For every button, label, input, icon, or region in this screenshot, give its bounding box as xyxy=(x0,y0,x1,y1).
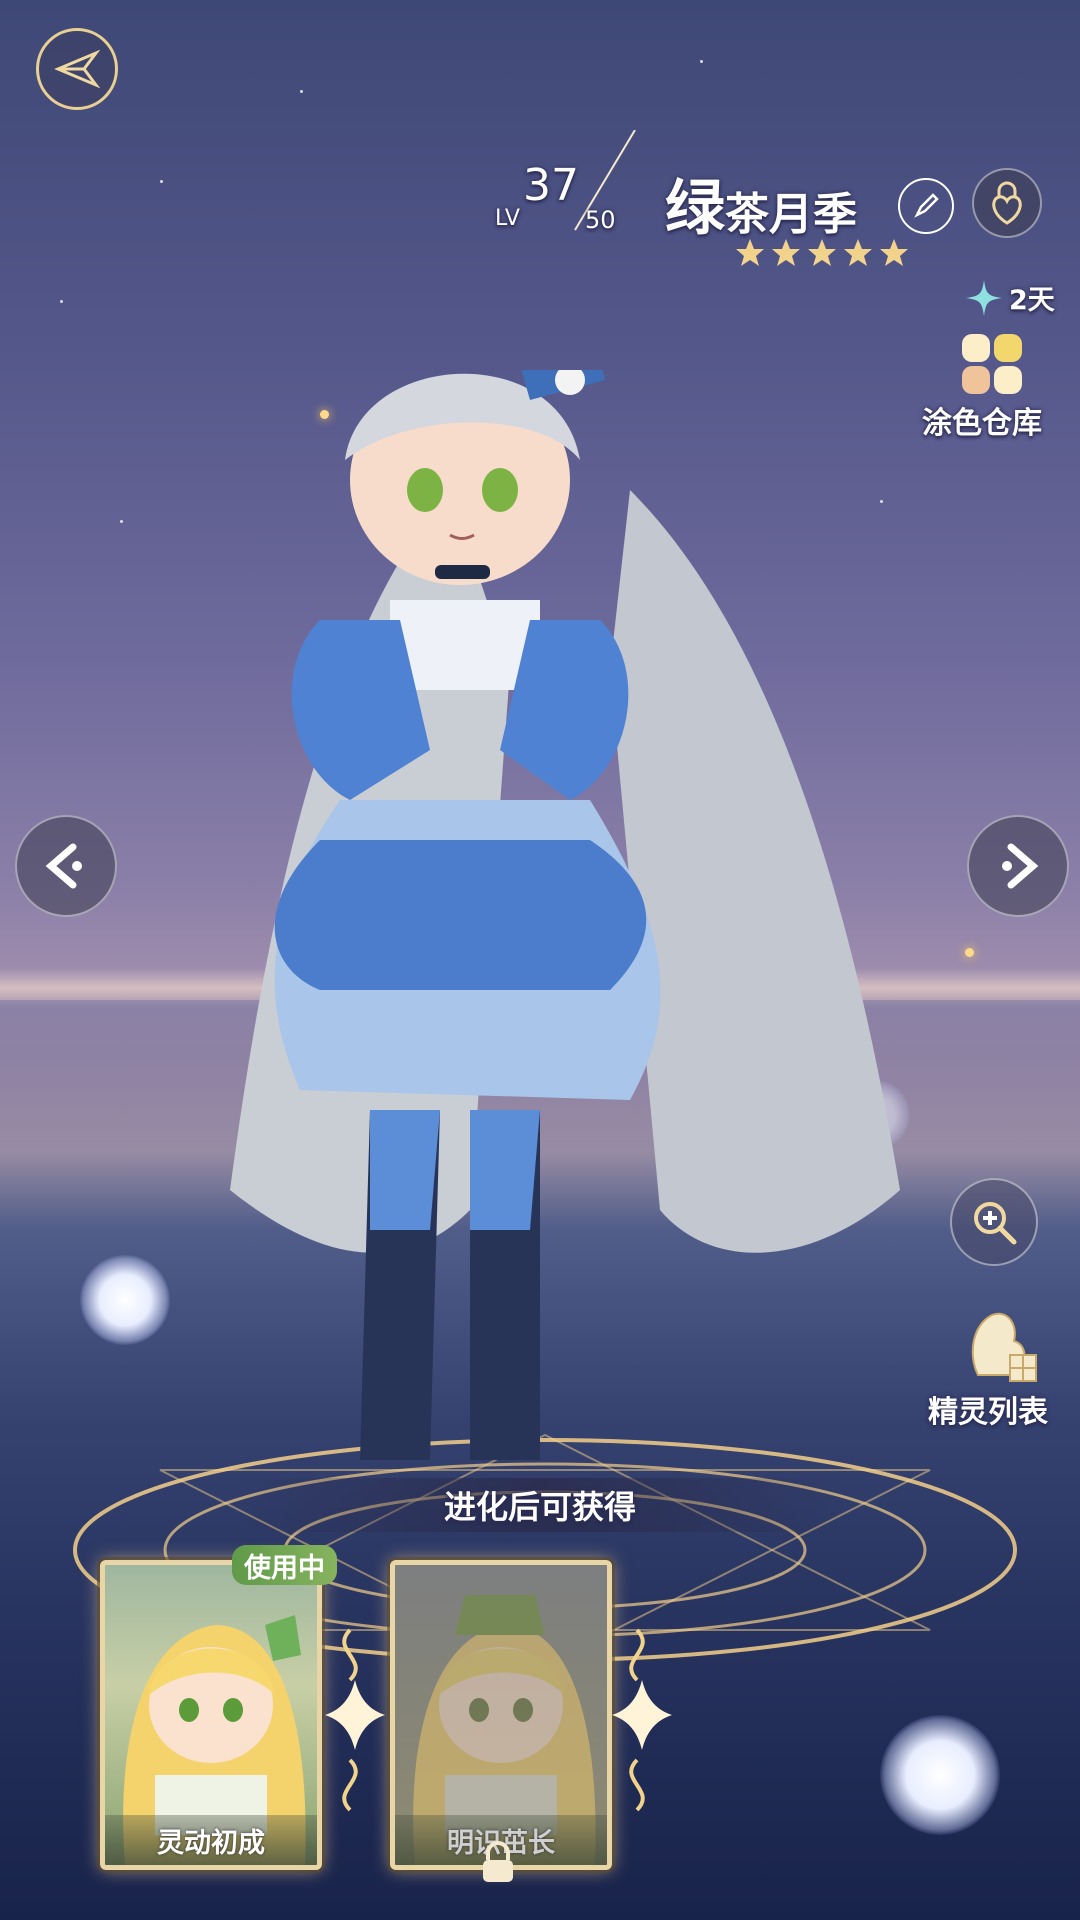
evolution-banner: 进化后可获得 xyxy=(240,1478,840,1532)
next-button[interactable] xyxy=(967,815,1069,917)
level-max: 50 xyxy=(585,206,616,234)
coloring-warehouse-label: 涂色仓库 xyxy=(922,406,1042,441)
star-icon xyxy=(844,239,872,266)
star xyxy=(60,300,63,303)
zoom-in-icon xyxy=(974,1202,1017,1245)
pencil-icon xyxy=(914,193,939,218)
light-orb xyxy=(80,1255,170,1345)
form-card-name: 灵动初成 xyxy=(105,1815,317,1865)
pet-name: 绿茶月季 xyxy=(665,160,857,247)
in-use-label: 使用中 xyxy=(244,1552,325,1584)
form-card-locked[interactable]: 明识茁长 xyxy=(390,1560,612,1870)
color-grid-icon xyxy=(962,334,1022,394)
evolution-banner-text: 进化后可获得 xyxy=(443,1488,636,1526)
form-card-current[interactable]: 灵动初成 xyxy=(100,1560,322,1870)
lock-button[interactable] xyxy=(972,168,1042,238)
chevron-left-icon xyxy=(45,843,82,889)
heart-lock-icon xyxy=(992,181,1022,225)
star-icon xyxy=(736,239,764,266)
sprite-list-label: 精灵列表 xyxy=(928,1395,1048,1430)
pet-name-first: 绿 xyxy=(665,174,725,244)
character-model[interactable] xyxy=(210,370,910,1490)
star xyxy=(120,520,123,523)
duration-label: 2天 xyxy=(1009,285,1055,316)
in-use-badge: 使用中 xyxy=(232,1545,337,1585)
zoom-button[interactable] xyxy=(950,1178,1038,1266)
duration-badge: 2天 xyxy=(965,278,1055,317)
back-button[interactable] xyxy=(36,28,118,110)
prev-button[interactable] xyxy=(15,815,117,917)
rename-button[interactable] xyxy=(898,178,954,234)
pet-name-rest: 茶月季 xyxy=(725,189,857,240)
lock-icon xyxy=(483,1841,513,1882)
feather-back-icon xyxy=(54,49,100,89)
light-orb xyxy=(880,1715,1000,1835)
level-prefix: LV xyxy=(495,206,520,231)
game-scene: LV 37 50 绿茶月季 2天 涂色仓库 精灵列表 进化后可获得 灵动初成 使… xyxy=(0,0,1080,1920)
coloring-warehouse-button[interactable]: 涂色仓库 xyxy=(920,332,1060,442)
star-icon xyxy=(808,239,836,266)
star-rating xyxy=(735,238,909,268)
star xyxy=(300,90,303,93)
star-icon xyxy=(880,239,908,266)
star xyxy=(700,60,703,63)
chevron-right-icon xyxy=(1002,843,1039,889)
card-connector-ornament xyxy=(325,1628,385,1812)
sprite-list-icon xyxy=(971,1312,1037,1382)
star-icon xyxy=(772,239,800,266)
card-connector-ornament xyxy=(612,1628,672,1812)
star xyxy=(160,180,163,183)
four-point-star-icon xyxy=(966,279,1002,316)
sparkle xyxy=(965,948,974,957)
level-display: LV 37 50 xyxy=(495,130,645,240)
sprite-list-button[interactable]: 精灵列表 xyxy=(920,1305,1070,1430)
